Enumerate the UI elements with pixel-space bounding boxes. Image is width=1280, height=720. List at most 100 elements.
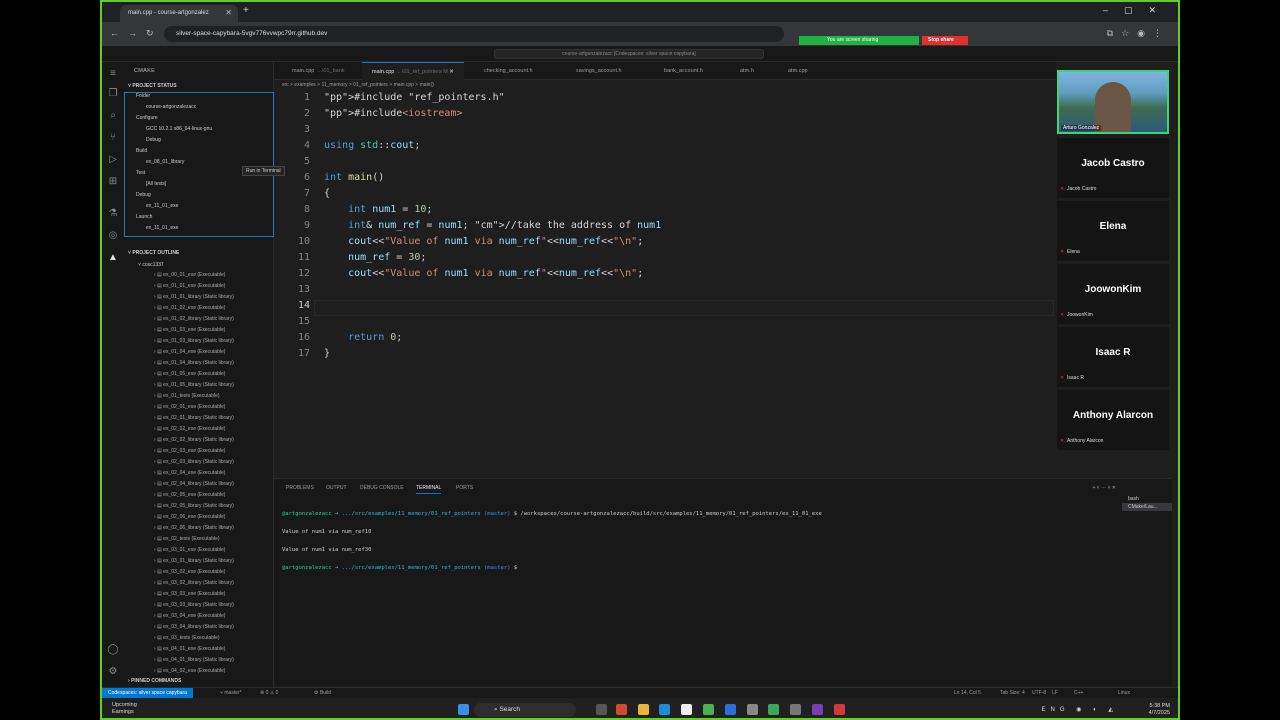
- terminal-list-item[interactable]: bash: [1122, 495, 1172, 503]
- outline-item[interactable]: › ▤ ex_01_05_exe (Executable): [154, 371, 225, 377]
- menu-icon[interactable]: ≡: [107, 68, 119, 80]
- outline-item[interactable]: › ▤ ex_02_02_library (Static library): [154, 437, 234, 443]
- outline-item[interactable]: › ▤ ex_01_03_exe (Executable): [154, 327, 225, 333]
- command-center-search[interactable]: course-artgonzalezacc [Codespaces: silve…: [494, 49, 764, 59]
- add-terminal-icon[interactable]: + ˅ ⋯ ˄ ✕: [1092, 485, 1116, 491]
- outline-item[interactable]: › ▤ ex_02_06_library (Static library): [154, 525, 234, 531]
- panel-tab[interactable]: PROBLEMS: [286, 485, 314, 491]
- close-icon[interactable]: ✕: [448, 69, 454, 75]
- tab-size[interactable]: Tab Size: 4: [1000, 690, 1025, 696]
- outline-item[interactable]: › ▤ ex_04_02_exe (Executable): [154, 668, 225, 674]
- explorer-icon[interactable]: ❐: [107, 88, 119, 100]
- outline-item[interactable]: › ▤ ex_03_03_exe (Executable): [154, 591, 225, 597]
- store-icon[interactable]: [681, 704, 692, 715]
- pinned-commands-header[interactable]: › PINNED COMMANDS: [128, 678, 181, 684]
- panel-tab[interactable]: OUTPUT: [326, 485, 347, 491]
- run-debug-icon[interactable]: ▷: [107, 154, 119, 166]
- language-mode[interactable]: C++: [1074, 690, 1083, 696]
- window-controls[interactable]: –▢✕: [1103, 5, 1172, 16]
- outline-item[interactable]: › ▤ ex_02_03_library (Static library): [154, 459, 234, 465]
- encoding[interactable]: UTF-8: [1032, 690, 1046, 696]
- back-icon[interactable]: ←: [110, 28, 119, 38]
- outline-item[interactable]: › ▤ ex_03_03_library (Static library): [154, 602, 234, 608]
- branch-status[interactable]: ⑂ master*: [220, 690, 242, 696]
- problems-status[interactable]: ⊗ 0 ⚠ 0: [260, 690, 278, 696]
- settings-icon[interactable]: [790, 704, 801, 715]
- outline-item[interactable]: › ▤ ex_01_01_exe (Executable): [154, 283, 225, 289]
- editor-tab[interactable]: main.cpp ...\01_ref_pointers M ✕: [362, 62, 464, 80]
- code-editor[interactable]: 1 "pp">#include "ref_pointers.h" 2 "pp">#in…: [274, 92, 1056, 472]
- account-icon[interactable]: ◯: [107, 644, 119, 656]
- outline-item[interactable]: › ▤ ex_03_02_exe (Executable): [154, 569, 225, 575]
- reload-icon[interactable]: ↻: [146, 28, 154, 39]
- browser-tab[interactable]: main.cpp - course-artgonzalez ✕: [120, 5, 238, 22]
- cmake-icon[interactable]: ▲: [107, 252, 119, 264]
- participant-tile[interactable]: Jacob Castro ✕ Jacob Castro: [1057, 138, 1169, 198]
- clock[interactable]: 5:38 PM 4/7/2025: [1149, 703, 1170, 717]
- editor-tab[interactable]: bank_account.h: [654, 62, 713, 80]
- participant-tile[interactable]: JoowonKim ✕ JoowonKim: [1057, 264, 1169, 324]
- outline-item[interactable]: › ▤ ex_02_01_exe (Executable): [154, 404, 225, 410]
- outline-item[interactable]: › ▤ ex_01_05_library (Static library): [154, 382, 234, 388]
- task-view-icon[interactable]: [596, 704, 607, 715]
- start-icon[interactable]: [458, 704, 469, 715]
- zoom-icon[interactable]: [725, 704, 736, 715]
- outline-item[interactable]: › ▤ ex_03_01_exe (Executable): [154, 547, 225, 553]
- outline-item[interactable]: › ▤ ex_02_02_exe (Executable): [154, 426, 225, 432]
- terminal-list-item[interactable]: CMake/Lau...: [1122, 503, 1172, 511]
- search-icon[interactable]: ⌕: [107, 110, 119, 122]
- url-input[interactable]: silver-space-capybara-5vgv776vvwpc79rr.g…: [164, 26, 784, 42]
- weather-widget[interactable]: Upcoming Earnings: [112, 702, 137, 716]
- github-icon[interactable]: ◎: [107, 230, 119, 242]
- outline-item[interactable]: › ▤ ex_03_04_exe (Executable): [154, 613, 225, 619]
- end-of-line[interactable]: LF: [1052, 690, 1058, 696]
- outline-item[interactable]: › ▤ ex_02_05_library (Static library): [154, 503, 234, 509]
- settings-gear-icon[interactable]: ⚙: [107, 666, 119, 678]
- panel-tab[interactable]: PORTS: [456, 485, 473, 491]
- edge-icon[interactable]: [659, 704, 670, 715]
- app-icon[interactable]: [812, 704, 823, 715]
- close-icon[interactable]: ✕: [225, 8, 232, 17]
- outline-item[interactable]: › ▤ ex_01_tests (Executable): [154, 393, 220, 399]
- stop-share-button[interactable]: Stop share: [922, 36, 968, 45]
- outline-root[interactable]: ˅ cosc1337: [138, 262, 164, 268]
- browser-toolbar-icons[interactable]: ⧉☆◉⋮: [1107, 28, 1170, 39]
- new-tab-icon[interactable]: +: [243, 5, 249, 16]
- forward-icon[interactable]: →: [128, 28, 137, 38]
- outline-item[interactable]: › ▤ ex_02_06_exe (Executable): [154, 514, 225, 520]
- cursor-position[interactable]: Ln 14, Col 5: [954, 690, 981, 696]
- participant-tile[interactable]: Elena ✕ Elena: [1057, 201, 1169, 261]
- system-tray[interactable]: ENG ◉ ◐ ◭: [1042, 706, 1119, 713]
- build-status[interactable]: ⚙ Build: [314, 690, 331, 696]
- outline-item[interactable]: › ▤ ex_01_04_exe (Executable): [154, 349, 225, 355]
- editor-tab[interactable]: savings_account.h: [566, 62, 632, 80]
- outline-item[interactable]: › ▤ ex_02_03_exe (Executable): [154, 448, 225, 454]
- outline-item[interactable]: › ▤ ex_03_04_library (Static library): [154, 624, 234, 630]
- outline-item[interactable]: › ▤ ex_01_02_exe (Executable): [154, 305, 225, 311]
- editor-tab[interactable]: main.cpp ...\01_bank: [282, 62, 355, 80]
- editor-tab[interactable]: checking_account.h: [474, 62, 543, 80]
- participant-tile[interactable]: Anthony Alarcon ✕ Anthony Alarcon: [1057, 390, 1169, 450]
- file-explorer-icon[interactable]: [638, 704, 649, 715]
- editor-tab[interactable]: atm.h: [730, 62, 764, 80]
- outline-item[interactable]: › ▤ ex_01_01_library (Static library): [154, 294, 234, 300]
- app-icon[interactable]: [616, 704, 627, 715]
- outline-item[interactable]: › ▤ ex_04_01_exe (Executable): [154, 646, 225, 652]
- app-icon[interactable]: [747, 704, 758, 715]
- extensions-icon[interactable]: ⊞: [107, 176, 119, 188]
- source-control-icon[interactable]: ⑂: [107, 132, 119, 144]
- outline-item[interactable]: › ▤ ex_01_03_library (Static library): [154, 338, 234, 344]
- chrome-icon[interactable]: [703, 704, 714, 715]
- participant-tile[interactable]: Isaac R ✕ Isaac R: [1057, 327, 1169, 387]
- taskbar-search[interactable]: ⌕ Search: [474, 703, 576, 717]
- outline-item[interactable]: › ▤ ex_02_tests (Executable): [154, 536, 220, 542]
- outline-item[interactable]: › ▤ ex_04_01_library (Static library): [154, 657, 234, 663]
- outline-item[interactable]: › ▤ ex_02_04_exe (Executable): [154, 470, 225, 476]
- platform[interactable]: Linux: [1118, 690, 1130, 696]
- terminal-output[interactable]: @artgonzalezacc ➜ .../src/examples/11_me…: [282, 499, 822, 583]
- editor-tab[interactable]: atm.cpp: [778, 62, 818, 80]
- outline-item[interactable]: › ▤ ex_03_tests (Executable): [154, 635, 220, 641]
- testing-icon[interactable]: ⚗: [107, 208, 119, 220]
- breadcrumb[interactable]: src > examples > 11_memory > 01_ref_poin…: [282, 82, 434, 88]
- outline-item[interactable]: › ▤ ex_02_05_exe (Executable): [154, 492, 225, 498]
